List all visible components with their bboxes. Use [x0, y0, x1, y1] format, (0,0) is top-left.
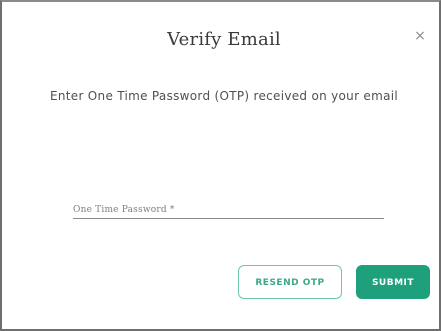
window-frame: Verify Email × Enter One Time Password (… [0, 0, 441, 331]
dialog-title: Verify Email [167, 29, 281, 50]
verify-email-dialog: Verify Email × Enter One Time Password (… [10, 6, 438, 326]
submit-button[interactable]: SUBMIT [356, 265, 430, 299]
otp-input[interactable] [73, 205, 384, 215]
dialog-message: Enter One Time Password (OTP) received o… [49, 89, 399, 103]
otp-field[interactable] [73, 199, 384, 219]
close-icon[interactable]: × [412, 28, 428, 44]
resend-otp-button[interactable]: RESEND OTP [238, 265, 342, 299]
